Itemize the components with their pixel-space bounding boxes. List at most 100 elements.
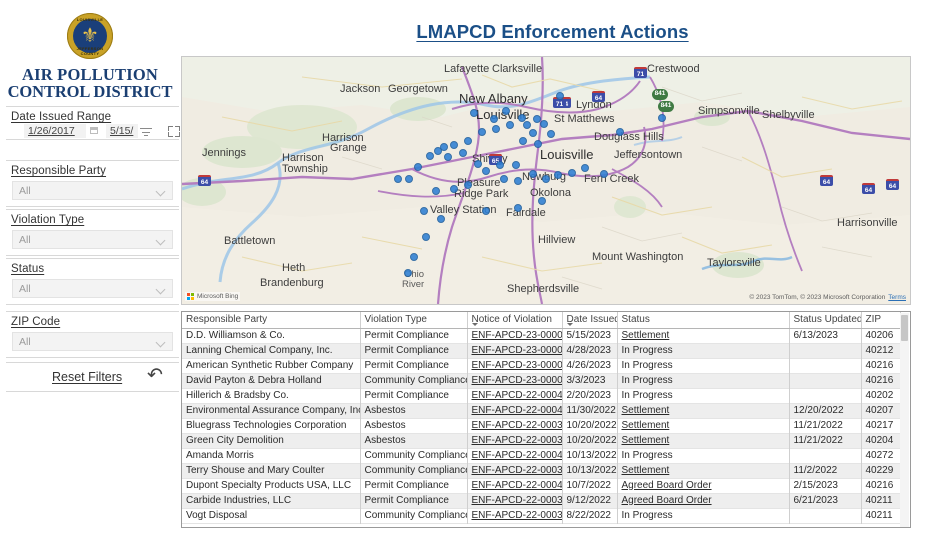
enforcement-locations-map[interactable]: Lafayette Clarksville Crestwood Jackson Geor… <box>181 56 911 305</box>
table-row[interactable]: Carbide Industries, LLC Permit Compliance… <box>182 493 901 508</box>
column-header-status-updated[interactable]: Status Updated <box>789 312 862 329</box>
column-header-notice-of-violation[interactable]: Notice of Violation <box>467 312 563 329</box>
map-enforcement-marker[interactable] <box>444 153 452 161</box>
map-enforcement-marker[interactable] <box>534 140 542 148</box>
column-header-status[interactable]: Status <box>617 312 790 329</box>
map-enforcement-marker[interactable] <box>616 128 624 136</box>
table-row[interactable]: D.D. Williamson & Co. Permit Compliance EN… <box>182 328 901 343</box>
cell-status-updated <box>789 358 862 373</box>
cell-notice-of-violation[interactable]: ENF-APCD-23-00005 <box>467 358 563 373</box>
map-enforcement-marker[interactable] <box>422 233 430 241</box>
map-enforcement-marker[interactable] <box>482 167 490 175</box>
status-select[interactable]: All <box>12 279 173 298</box>
map-enforcement-marker[interactable] <box>405 175 413 183</box>
map-enforcement-marker[interactable] <box>420 207 428 215</box>
cell-notice-of-violation[interactable]: ENF-APCD-22-00039 <box>467 463 563 478</box>
column-header-responsible-party[interactable]: Responsible Party <box>182 312 361 329</box>
map-enforcement-marker[interactable] <box>404 269 412 277</box>
map-enforcement-marker[interactable] <box>600 170 608 178</box>
map-enforcement-marker[interactable] <box>474 160 482 168</box>
map-enforcement-marker[interactable] <box>506 121 514 129</box>
reset-filters-button[interactable]: Reset Filters ↶ <box>6 362 179 392</box>
calendar-icon[interactable] <box>90 127 98 134</box>
cell-notice-of-violation[interactable]: ENF-APCD-22-00032 <box>467 508 563 523</box>
focus-mode-icon[interactable] <box>168 126 180 137</box>
cell-zip: 40204 <box>861 433 901 448</box>
table-row[interactable]: Green City Demolition Asbestos ENF-APCD-22… <box>182 433 901 448</box>
map-enforcement-marker[interactable] <box>568 169 576 177</box>
table-row[interactable]: Environmental Assurance Company, Inc. Asb… <box>182 403 901 418</box>
date-end-input[interactable]: 5/15/ <box>106 124 138 138</box>
cell-notice-of-violation[interactable]: ENF-APCD-22-00040 <box>467 448 563 463</box>
cell-responsible-party: Bluegrass Technologies Corporation <box>182 418 361 433</box>
date-start-input[interactable]: 1/26/2017 <box>24 124 86 138</box>
map-enforcement-marker[interactable] <box>482 207 490 215</box>
scrollbar-thumb[interactable] <box>901 315 908 341</box>
map-enforcement-marker[interactable] <box>459 149 467 157</box>
column-header-date-issued[interactable]: Date Issued <box>562 312 618 329</box>
map-enforcement-marker[interactable] <box>538 197 546 205</box>
map-enforcement-marker[interactable] <box>581 164 589 172</box>
map-enforcement-marker[interactable] <box>414 163 422 171</box>
table-row[interactable]: Lanning Chemical Company, Inc. Permit Com… <box>182 343 901 358</box>
map-enforcement-marker[interactable] <box>490 115 498 123</box>
cell-notice-of-violation[interactable]: ENF-APCD-22-00035 <box>467 493 563 508</box>
map-enforcement-marker[interactable] <box>514 204 522 212</box>
map-enforcement-marker[interactable] <box>450 185 458 193</box>
map-enforcement-marker[interactable] <box>450 141 458 149</box>
map-enforcement-marker[interactable] <box>478 128 486 136</box>
cell-notice-of-violation[interactable]: ENF-APCD-22-00041 <box>467 478 563 493</box>
table-vertical-scrollbar[interactable] <box>900 313 909 527</box>
map-enforcement-marker[interactable] <box>523 121 531 129</box>
map-enforcement-marker[interactable] <box>540 120 548 128</box>
cell-notice-of-violation[interactable]: ENF-APCD-23-00001 <box>467 328 563 343</box>
map-enforcement-marker[interactable] <box>464 137 472 145</box>
map-enforcement-marker[interactable] <box>658 114 666 122</box>
map-enforcement-marker[interactable] <box>556 92 564 100</box>
map-enforcement-marker[interactable] <box>434 147 442 155</box>
map-enforcement-marker[interactable] <box>432 187 440 195</box>
zip-code-select[interactable]: All <box>12 332 173 351</box>
table-row[interactable]: Dupont Specialty Products USA, LLC Permit… <box>182 478 901 493</box>
map-enforcement-marker[interactable] <box>512 161 520 169</box>
map-enforcement-marker[interactable] <box>547 130 555 138</box>
table-row[interactable]: Terry Shouse and Mary Coulter Community C… <box>182 463 901 478</box>
cell-notice-of-violation[interactable]: ENF-APCD-22-00038 <box>467 418 563 433</box>
map-enforcement-marker[interactable] <box>529 170 537 178</box>
map-enforcement-marker[interactable] <box>514 177 522 185</box>
map-terms-link[interactable]: Terms <box>888 294 906 301</box>
column-header-violation-type[interactable]: Violation Type <box>360 312 468 329</box>
table-row[interactable]: Amanda Morris Community Compliance ENF-APC… <box>182 448 901 463</box>
map-enforcement-marker[interactable] <box>410 253 418 261</box>
chevron-down-icon <box>157 237 165 242</box>
map-enforcement-marker[interactable] <box>464 181 472 189</box>
map-enforcement-marker[interactable] <box>492 125 500 133</box>
map-enforcement-marker[interactable] <box>500 175 508 183</box>
map-enforcement-marker[interactable] <box>394 175 402 183</box>
map-enforcement-marker[interactable] <box>470 109 478 117</box>
responsible-party-select[interactable]: All <box>12 181 173 200</box>
map-enforcement-marker[interactable] <box>542 175 550 183</box>
violation-type-select[interactable]: All <box>12 230 173 249</box>
cell-notice-of-violation[interactable]: ENF-APCD-23-00002 <box>467 373 563 388</box>
table-row[interactable]: Hillerich & Bradsby Co. Permit Compliance… <box>182 388 901 403</box>
map-enforcement-marker[interactable] <box>519 137 527 145</box>
column-header-label: Violation Type <box>364 313 427 325</box>
table-row[interactable]: David Payton & Debra Holland Community Co… <box>182 373 901 388</box>
cell-notice-of-violation[interactable]: ENF-APCD-23-00004 <box>467 343 563 358</box>
map-enforcement-marker[interactable] <box>554 171 562 179</box>
cell-notice-of-violation[interactable]: ENF-APCD-22-00042 <box>467 388 563 403</box>
cell-notice-of-violation[interactable]: ENF-APCD-22-00037 <box>467 433 563 448</box>
cell-notice-of-violation[interactable]: ENF-APCD-22-00043 <box>467 403 563 418</box>
map-enforcement-marker[interactable] <box>437 215 445 223</box>
enforcement-actions-table[interactable]: Responsible Party Violation Type Notice of… <box>181 311 911 528</box>
table-row[interactable]: Bluegrass Technologies Corporation Asbest… <box>182 418 901 433</box>
table-row[interactable]: American Synthetic Rubber Company Permit … <box>182 358 901 373</box>
map-enforcement-marker[interactable] <box>502 107 510 115</box>
map-enforcement-marker[interactable] <box>496 161 504 169</box>
map-enforcement-marker[interactable] <box>529 129 537 137</box>
funnel-icon[interactable] <box>140 127 152 138</box>
column-header-zip[interactable]: ZIP <box>861 312 901 329</box>
map-enforcement-marker[interactable] <box>426 152 434 160</box>
table-row[interactable]: Vogt Disposal Community Compliance ENF-APC… <box>182 508 901 523</box>
